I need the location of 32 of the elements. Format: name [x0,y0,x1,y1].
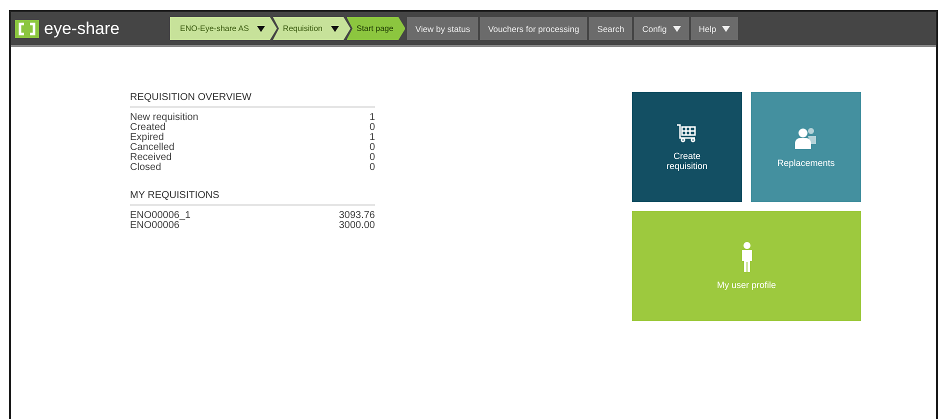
row-value: 1 [369,113,375,123]
person-icon [740,242,752,272]
breadcrumb[interactable]: Start page [346,17,406,40]
row-value: 0 [369,123,375,133]
row-label: Closed [130,163,162,173]
menu-button[interactable]: Help [690,17,738,40]
row-value: 0 [369,143,375,153]
breadcrumb[interactable]: Requisition [272,17,350,40]
row-label: Cancelled [130,143,174,153]
row-value: 0 [369,153,375,163]
row-value: 3093.76 [338,211,375,221]
breadcrumb[interactable]: ENO-Eye-share AS [170,17,277,40]
row-label: ENO00006_1 [130,211,191,221]
section-title: MY REQUISITIONS [130,190,375,206]
menu-button[interactable]: Search [589,17,632,40]
tile-button[interactable]: Create requisition [632,92,742,202]
tile-button[interactable]: Replacements [751,92,861,202]
logo-icon [15,20,39,38]
row-label: Created [130,123,166,133]
cart-icon [676,123,698,143]
row-value: 3000.00 [338,221,375,231]
row-label: Expired [130,133,164,143]
row-value: 1 [369,133,375,143]
menu-button[interactable]: Config [634,17,689,40]
row-label: Received [130,153,172,163]
menu-button[interactable]: View by status [407,17,478,40]
row-label: ENO00006 [130,221,180,231]
row-value: 0 [369,163,375,173]
row-label: New requisition [130,113,198,123]
section-title: REQUISITION OVERVIEW [130,92,375,108]
logo-text: eye-share [44,18,120,38]
menu-button[interactable]: Vouchers for processing [480,17,588,40]
